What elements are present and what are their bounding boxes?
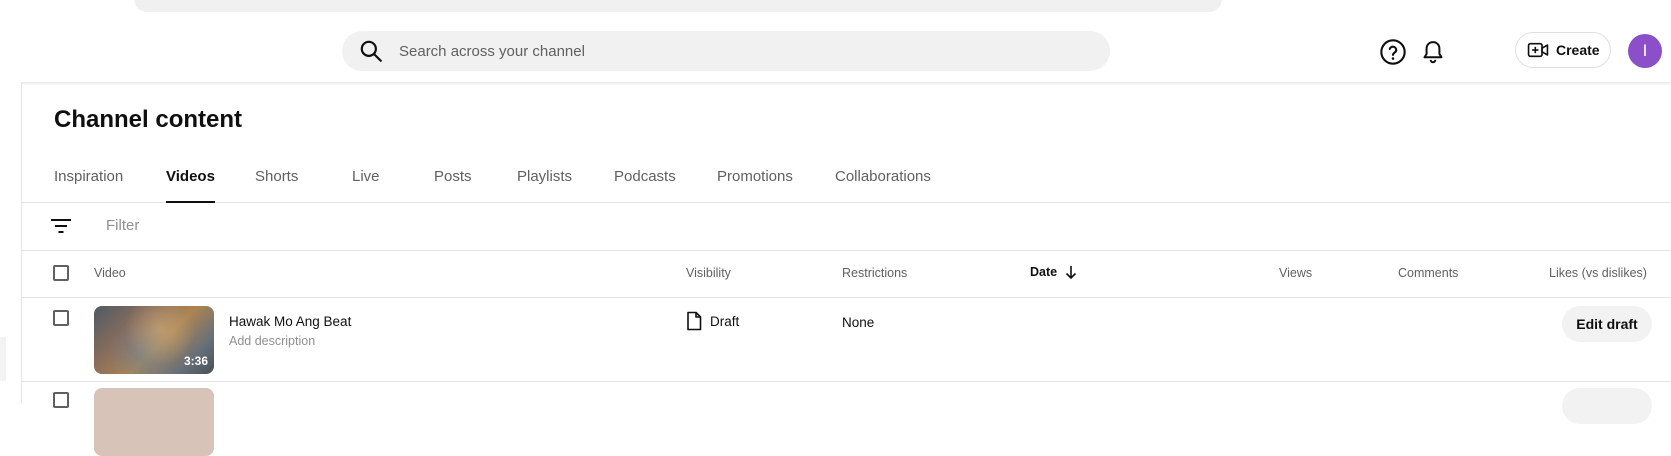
visibility-status[interactable]: Draft [686, 311, 739, 331]
tab-collaborations[interactable]: Collaborations [835, 168, 931, 202]
column-date-label: Date [1030, 265, 1058, 279]
video-duration: 3:36 [183, 354, 208, 368]
tab-shorts[interactable]: Shorts [255, 168, 298, 202]
avatar[interactable]: I [1628, 34, 1662, 68]
filter-icon[interactable] [50, 216, 72, 236]
video-description[interactable]: Add description [229, 334, 315, 348]
row-checkbox[interactable] [53, 310, 69, 326]
page-title: Channel content [54, 106, 243, 133]
restrictions-value: None [842, 315, 875, 330]
tab-playlists[interactable]: Playlists [517, 168, 572, 202]
table-row[interactable] [22, 381, 1671, 456]
tab-live[interactable]: Live [352, 168, 380, 202]
table-header: Video Visibility Restrictions Date Views… [22, 250, 1671, 298]
edit-draft-button[interactable]: Edit draft [1562, 306, 1652, 342]
tab-posts[interactable]: Posts [434, 168, 472, 202]
video-title[interactable]: Hawak Mo Ang Beat [229, 314, 351, 329]
tab-inspiration[interactable]: Inspiration [54, 168, 123, 202]
search-placeholder: Search across your channel [399, 42, 585, 60]
column-visibility: Visibility [686, 266, 731, 280]
column-date[interactable]: Date [1030, 264, 1079, 280]
address-bar[interactable] [134, 0, 1222, 12]
help-icon[interactable] [1379, 38, 1407, 66]
video-thumbnail[interactable]: 3:36 [94, 306, 214, 374]
filter-input[interactable]: Filter [106, 217, 139, 234]
edit-draft-button[interactable] [1562, 388, 1652, 424]
search-input[interactable]: Search across your channel [342, 31, 1110, 71]
search-icon [360, 40, 382, 62]
draft-document-icon [687, 311, 702, 331]
create-button[interactable]: Create [1515, 32, 1611, 68]
content-tabs: Inspiration Videos Shorts Live Posts Pla… [22, 158, 1671, 203]
video-camera-plus-icon [1527, 42, 1549, 58]
select-all-checkbox[interactable] [53, 265, 69, 281]
tab-videos[interactable]: Videos [166, 168, 215, 203]
arrow-down-icon [1066, 266, 1077, 280]
notifications-bell-icon[interactable] [1419, 38, 1447, 66]
column-comments: Comments [1398, 266, 1459, 280]
video-thumbnail[interactable] [94, 388, 214, 456]
tab-podcasts[interactable]: Podcasts [614, 168, 676, 202]
column-likes: Likes (vs dislikes) [1549, 266, 1647, 280]
sidebar-collapse-handle[interactable] [0, 337, 6, 381]
browser-top-strip [0, 0, 1671, 19]
table-row[interactable]: 3:36 Hawak Mo Ang Beat Add description D… [22, 297, 1671, 382]
create-label: Create [1556, 42, 1600, 58]
row-checkbox[interactable] [53, 392, 69, 408]
column-restrictions: Restrictions [842, 266, 908, 280]
column-video: Video [94, 266, 126, 280]
filter-bar: Filter [22, 202, 1671, 251]
visibility-label: Draft [710, 313, 740, 329]
tab-promotions[interactable]: Promotions [717, 168, 793, 202]
column-views: Views [1279, 266, 1313, 280]
